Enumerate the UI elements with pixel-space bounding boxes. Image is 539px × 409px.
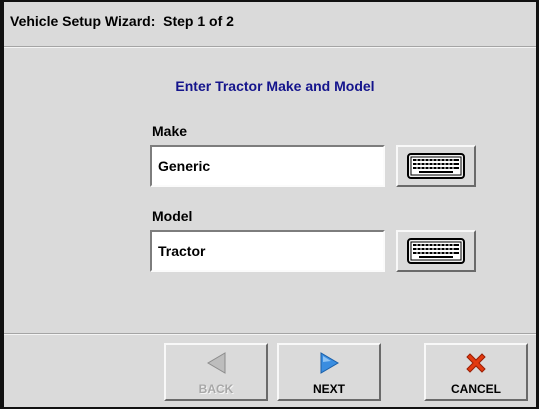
cancel-button[interactable]: CANCEL [424,343,528,401]
back-label: BACK [198,382,234,396]
back-button[interactable]: BACK [164,343,268,401]
make-keyboard-button[interactable] [396,145,476,187]
footer-divider [4,333,536,335]
model-keyboard-button[interactable] [396,230,476,272]
make-label: Make [152,123,188,139]
left-arrow-icon [207,352,226,374]
title-bar: Vehicle Setup Wizard: Step 1 of 2 [4,2,536,44]
model-label: Model [152,208,193,224]
right-arrow-icon [320,352,339,374]
keyboard-icon [407,153,465,179]
wizard-window: Vehicle Setup Wizard: Step 1 of 2 Enter … [0,0,539,409]
make-field[interactable] [150,145,385,187]
keyboard-icon [407,238,465,264]
title-divider [4,46,536,48]
page-heading: Enter Tractor Make and Model [175,78,375,94]
cancel-label: CANCEL [451,382,501,396]
model-field[interactable] [150,230,385,272]
window-title: Vehicle Setup Wizard: Step 1 of 2 [10,13,234,29]
x-icon [466,353,486,373]
next-label: NEXT [312,382,345,396]
next-button[interactable]: NEXT [277,343,381,401]
